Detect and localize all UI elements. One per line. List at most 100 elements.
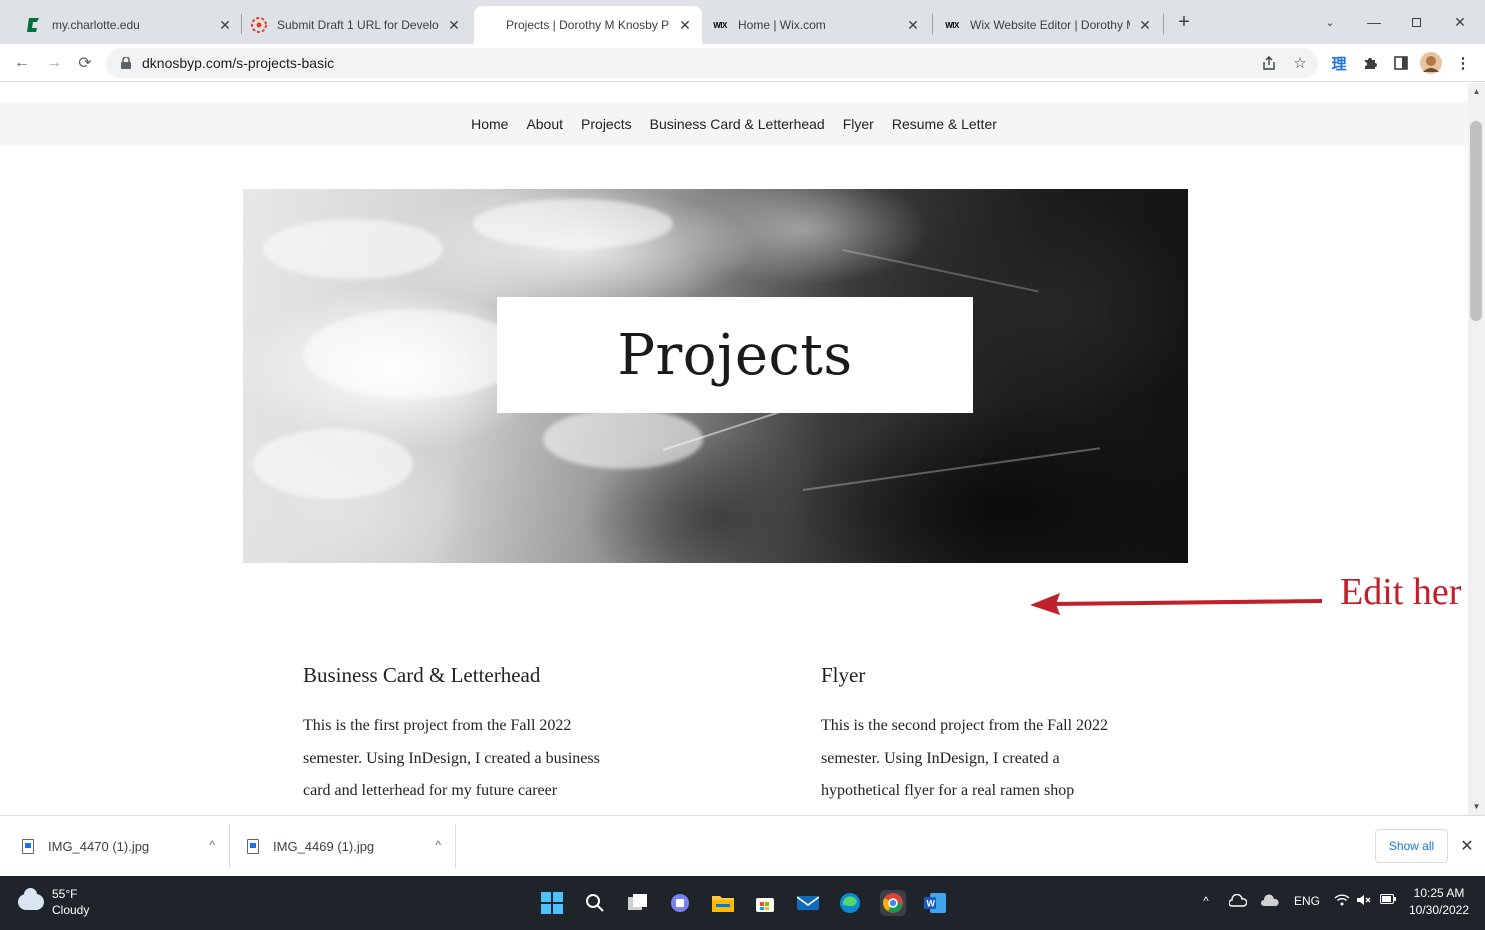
download-filename: IMG_4469 (1).jpg xyxy=(273,838,375,854)
close-tab-icon[interactable]: ✕ xyxy=(676,16,694,34)
show-hidden-icons-chevron-icon[interactable]: ^ xyxy=(1196,894,1216,908)
bookmark-star-icon[interactable]: ☆ xyxy=(1289,52,1311,74)
hero-title-card: Projects xyxy=(497,297,973,413)
volume-muted-icon[interactable] xyxy=(1354,894,1374,906)
download-item[interactable]: IMG_4469 (1).jpg ^ xyxy=(225,816,455,876)
clock-date: 10/30/2022 xyxy=(1408,903,1470,917)
close-tab-icon[interactable]: ✕ xyxy=(1136,16,1154,34)
back-arrow-icon[interactable]: ← xyxy=(9,50,35,76)
mail-icon[interactable] xyxy=(795,890,821,916)
nav-link-projects[interactable]: Projects xyxy=(581,116,632,132)
teams-chat-icon[interactable] xyxy=(667,890,693,916)
scroll-up-arrow-icon[interactable]: ▲ xyxy=(1468,83,1485,100)
hero-image: Projects xyxy=(243,189,1188,563)
forward-arrow-icon[interactable]: → xyxy=(41,50,67,76)
project-description-line: semester. Using InDesign, I created a xyxy=(821,749,1060,767)
site-navigation: Home About Projects Business Card & Lett… xyxy=(0,103,1468,145)
project-title[interactable]: Flyer xyxy=(821,663,1181,688)
download-separator xyxy=(455,824,456,868)
project-description-line: This is the first project from the Fall … xyxy=(303,717,572,734)
file-explorer-icon[interactable] xyxy=(710,890,736,916)
restore-icon[interactable] xyxy=(1403,10,1431,34)
image-file-icon xyxy=(247,838,259,854)
project-title[interactable]: Business Card & Letterhead xyxy=(303,663,663,688)
charlotte-logo-icon xyxy=(26,17,42,33)
chevron-up-icon[interactable]: ^ xyxy=(209,838,215,852)
cloud-icon xyxy=(18,888,44,910)
system-clock[interactable]: 10:25 AM 10/30/2022 xyxy=(1404,885,1474,919)
tab-wix-editor[interactable]: WIX Wix Website Editor | Dorothy M K ✕ xyxy=(936,6,1162,44)
tab-separator xyxy=(932,14,933,34)
extensions-puzzle-icon[interactable] xyxy=(1359,52,1381,74)
nav-link-home[interactable]: Home xyxy=(471,116,508,132)
tab-separator xyxy=(241,14,242,34)
annotation-label: Edit her xyxy=(1340,571,1462,613)
microsoft-store-icon[interactable] xyxy=(752,890,778,916)
wifi-icon[interactable] xyxy=(1332,894,1352,906)
image-file-icon xyxy=(22,838,34,854)
minimize-icon[interactable]: — xyxy=(1360,10,1388,34)
vertical-scrollbar[interactable]: ▲ ▼ xyxy=(1468,83,1485,815)
download-filename: IMG_4470 (1).jpg xyxy=(48,838,150,854)
page-viewport: Home About Projects Business Card & Lett… xyxy=(0,83,1468,815)
close-tab-icon[interactable]: ✕ xyxy=(445,16,463,34)
window-close-icon[interactable]: ✕ xyxy=(1446,10,1474,34)
address-bar[interactable]: dknosbyp.com/s-projects-basic xyxy=(106,48,1318,78)
close-tab-icon[interactable]: ✕ xyxy=(904,16,922,34)
edge-browser-icon[interactable] xyxy=(837,890,863,916)
task-view-icon[interactable] xyxy=(625,890,651,916)
share-icon[interactable] xyxy=(1258,52,1280,74)
weather-widget[interactable]: 55°F Cloudy xyxy=(18,886,89,918)
windows-taskbar: 55°F Cloudy W ^ ENG 10:25 AM 10/30/2022 xyxy=(0,876,1485,930)
show-all-downloads-button[interactable]: Show all xyxy=(1375,829,1448,863)
temperature: 55°F xyxy=(52,887,78,901)
scroll-thumb[interactable] xyxy=(1470,121,1482,321)
canvas-logo-icon xyxy=(251,17,267,33)
project-description-line: This is the second project from the Fall… xyxy=(821,717,1109,734)
word-app-icon[interactable]: W xyxy=(922,890,948,916)
nav-link-resume[interactable]: Resume & Letter xyxy=(892,116,997,132)
new-tab-icon[interactable]: + xyxy=(1170,10,1198,34)
chrome-browser-icon[interactable] xyxy=(880,890,906,916)
tab-submit-draft[interactable]: Submit Draft 1 URL for Developing ✕ xyxy=(243,6,471,44)
tab-title: Home | Wix.com xyxy=(738,18,826,32)
project-description-line: hypothetical flyer for a real ramen shop xyxy=(821,782,1075,799)
close-tab-icon[interactable]: ✕ xyxy=(216,16,234,34)
input-language[interactable]: ENG xyxy=(1292,894,1322,908)
url-text: dknosbyp.com/s-projects-basic xyxy=(142,55,335,71)
browser-menu-icon[interactable]: ⋮ xyxy=(1452,52,1474,74)
page-title: Projects xyxy=(617,322,853,388)
side-panel-icon[interactable] xyxy=(1390,52,1412,74)
onedrive-sync-icon[interactable] xyxy=(1226,894,1250,908)
close-downloads-icon[interactable]: ✕ xyxy=(1457,836,1477,856)
translate-extension-icon[interactable]: 理 xyxy=(1328,52,1350,74)
tab-projects-active[interactable]: Projects | Dorothy M Knosby P ✕ xyxy=(474,6,702,44)
tab-separator xyxy=(1163,14,1164,34)
scroll-down-arrow-icon[interactable]: ▼ xyxy=(1468,798,1485,815)
chevron-up-icon[interactable]: ^ xyxy=(435,838,441,852)
profile-avatar[interactable] xyxy=(1420,52,1442,74)
tab-strip: my.charlotte.edu ✕ Submit Draft 1 URL fo… xyxy=(0,0,1485,44)
reload-icon[interactable]: ⟳ xyxy=(72,50,98,76)
cloud-sync-icon[interactable] xyxy=(1258,894,1282,908)
windows-start-icon[interactable] xyxy=(539,890,565,916)
clock-time: 10:25 AM xyxy=(1413,886,1465,900)
svg-text:W: W xyxy=(927,899,936,909)
project-flyer: Flyer This is the second project from th… xyxy=(821,663,1181,808)
tab-my-charlotte[interactable]: my.charlotte.edu ✕ xyxy=(18,6,242,44)
weather-condition: Cloudy xyxy=(52,903,90,917)
search-icon[interactable] xyxy=(582,890,608,916)
project-description-line: card and letterhead for my future career xyxy=(303,782,558,799)
lock-icon xyxy=(120,56,132,70)
project-description-line: semester. Using InDesign, I created a bu… xyxy=(303,749,600,767)
nav-link-about[interactable]: About xyxy=(526,116,563,132)
battery-icon[interactable] xyxy=(1378,894,1398,904)
tab-wix-home[interactable]: WIX Home | Wix.com ✕ xyxy=(704,6,930,44)
downloads-bar: IMG_4470 (1).jpg ^ IMG_4469 (1).jpg ^ Sh… xyxy=(0,815,1485,876)
tab-search-chevron-icon[interactable]: ⌄ xyxy=(1316,10,1344,34)
nav-link-flyer[interactable]: Flyer xyxy=(843,116,874,132)
annotation-arrow-icon xyxy=(1030,593,1323,615)
wix-logo-icon: WIX xyxy=(945,20,959,30)
download-item[interactable]: IMG_4470 (1).jpg ^ xyxy=(0,816,229,876)
nav-link-business-card[interactable]: Business Card & Letterhead xyxy=(650,116,825,132)
